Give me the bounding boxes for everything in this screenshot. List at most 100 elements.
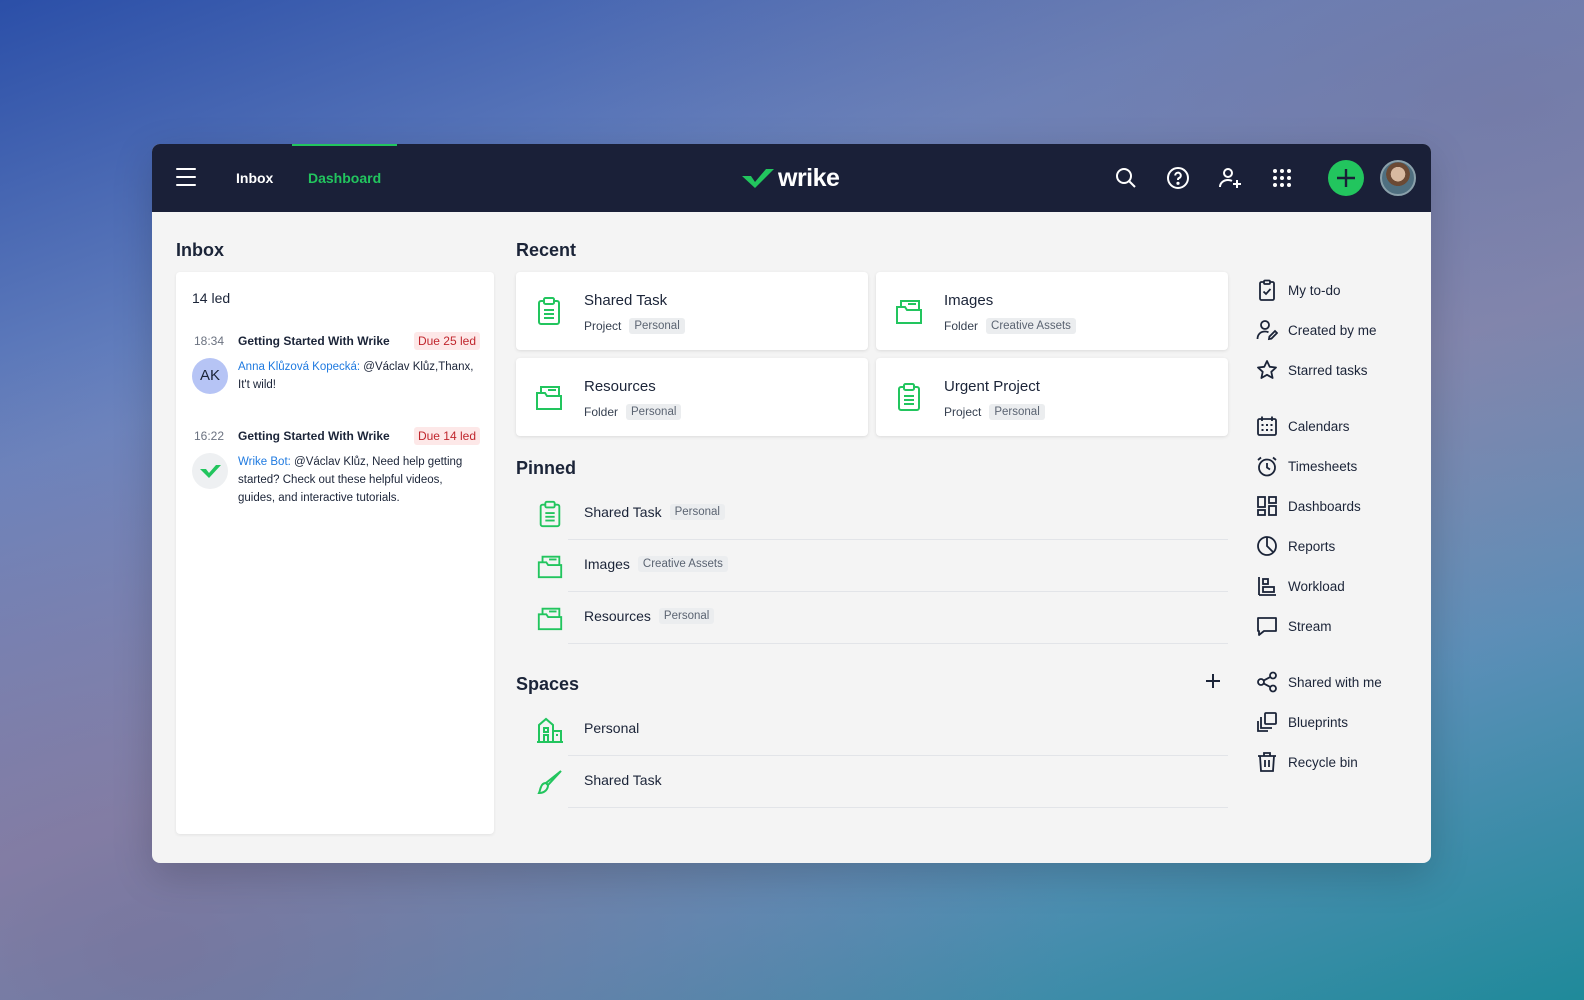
divider [568, 807, 1228, 808]
add-space-plus-icon[interactable] [1204, 672, 1222, 690]
card-name: Shared Task [584, 292, 668, 309]
user-avatar[interactable] [1380, 160, 1416, 196]
message-time: 18:34 [194, 334, 225, 348]
space-tag: Personal [658, 608, 715, 624]
wrike-check-icon [742, 169, 774, 188]
wrike-check-icon [200, 465, 221, 478]
calendar-icon [1257, 416, 1277, 436]
star-icon [1257, 360, 1277, 379]
space-tag: Personal [669, 504, 725, 520]
message-title[interactable]: Getting Started With Wrike [238, 429, 390, 443]
due-badge: Due 25 led [413, 332, 480, 350]
sidebar-item-label: Shared with me [1288, 674, 1382, 690]
sidebar-item-label: Stream [1288, 618, 1332, 634]
checklist-icon [1259, 279, 1275, 301]
clipboard-icon [539, 500, 561, 528]
folder-icon [537, 555, 563, 579]
spaces-title: Spaces [516, 674, 580, 694]
space-tag: Creative Assets [986, 318, 1076, 334]
sidebar-item-created-by-me[interactable]: Created by me [1256, 318, 1377, 342]
sidebar-item-recycle-bin[interactable]: Recycle bin [1256, 750, 1358, 774]
sidebar-item-label: Workload [1288, 578, 1345, 594]
card-type: Project [584, 319, 622, 333]
logo-text: wrike [778, 163, 840, 192]
inbox-panel: 14 led 18:34 Getting Started With Wrike … [176, 272, 494, 834]
sidebar-item-reports[interactable]: Reports [1256, 534, 1335, 558]
message-author[interactable]: Anna Klůzová Kopecká: [238, 361, 360, 373]
sidebar-item-label: Timesheets [1288, 458, 1358, 474]
sidebar-item-starred-tasks[interactable]: Starred tasks [1256, 358, 1368, 382]
tab-inbox[interactable]: Inbox [236, 144, 273, 212]
clipboard-icon [538, 297, 560, 325]
pinned-item[interactable]: Shared Task Personal [516, 488, 1228, 540]
sidebar-item-timesheets[interactable]: Timesheets [1256, 454, 1357, 478]
card-name: Urgent Project [944, 378, 1040, 395]
pie-chart-icon [1257, 536, 1277, 556]
sidebar-item-label: Dashboards [1288, 498, 1361, 514]
sidebar-item-label: My to-do [1288, 282, 1341, 298]
sidebar-item-workload[interactable]: Workload [1256, 574, 1345, 598]
sidebar-item-blueprints[interactable]: Blueprints [1256, 710, 1348, 734]
share-icon [1257, 671, 1277, 693]
sidebar-item-label: Recycle bin [1288, 754, 1358, 770]
tab-dashboard[interactable]: Dashboard [291, 144, 398, 212]
message-body: Wrike Bot: @Václav Klůz, Need help getti… [238, 453, 480, 507]
space-name: Shared Task [584, 772, 662, 788]
sidebar-item-label: Calendars [1288, 418, 1350, 434]
recent-card[interactable]: Resources Folder Personal [516, 358, 868, 436]
space-item[interactable]: Shared Task [516, 756, 1228, 808]
pinned-item-name: Resources [584, 608, 651, 624]
folder-icon [536, 386, 562, 410]
card-type: Folder [944, 319, 979, 333]
message-title[interactable]: Getting Started With Wrike [238, 334, 390, 348]
search-icon[interactable] [1114, 166, 1138, 190]
sidebar-item-shared-with-me[interactable]: Shared with me [1256, 670, 1382, 694]
card-name: Resources [584, 378, 656, 395]
card-type: Project [944, 405, 982, 419]
add-user-icon[interactable] [1218, 166, 1242, 190]
recent-title: Recent [516, 240, 577, 260]
dashboard-icon [1257, 496, 1277, 516]
inbox-message[interactable]: 16:22 Getting Started With Wrike Due 14 … [176, 427, 494, 529]
create-button[interactable] [1328, 160, 1364, 196]
inbox-date: 14 led [192, 290, 231, 306]
wrike-logo[interactable]: wrike [742, 163, 840, 192]
folder-icon [537, 607, 563, 631]
pinned-title: Pinned [516, 458, 577, 478]
user-edit-icon [1256, 320, 1278, 341]
pinned-item[interactable]: Resources Personal [516, 592, 1228, 644]
apps-grid-icon[interactable] [1270, 166, 1294, 190]
sidebar-item-stream[interactable]: Stream [1256, 614, 1332, 638]
sidebar-item-my-todo[interactable]: My to-do [1256, 278, 1341, 302]
help-icon[interactable] [1166, 166, 1190, 190]
card-type: Folder [584, 405, 619, 419]
recent-card[interactable]: Images Folder Creative Assets [876, 272, 1228, 350]
pinned-item[interactable]: Images Creative Assets [516, 540, 1228, 592]
divider [568, 643, 1228, 644]
space-item[interactable]: Personal [516, 704, 1228, 756]
recent-card[interactable]: Urgent Project Project Personal [876, 358, 1228, 436]
card-name: Images [944, 292, 994, 309]
inbox-message[interactable]: 18:34 Getting Started With Wrike Due 25 … [176, 332, 494, 424]
menu-icon[interactable] [176, 168, 196, 186]
due-badge: Due 14 led [413, 427, 480, 445]
folder-icon [896, 300, 922, 324]
workload-icon [1258, 577, 1276, 596]
avatar[interactable]: AK [192, 358, 228, 394]
sidebar-item-label: Created by me [1288, 322, 1377, 338]
clipboard-icon [898, 383, 920, 411]
plus-icon [1337, 169, 1355, 187]
bot-avatar[interactable] [192, 453, 228, 489]
top-bar: Inbox Dashboard wrike [152, 144, 1431, 212]
space-tag: Personal [989, 404, 1045, 420]
message-time: 16:22 [194, 429, 225, 443]
message-body: Anna Klůzová Kopecká: @Václav Klůz,Thanx… [238, 358, 480, 394]
trash-icon [1258, 752, 1276, 772]
sidebar-item-calendars[interactable]: Calendars [1256, 414, 1350, 438]
recent-card[interactable]: Shared Task Project Personal [516, 272, 868, 350]
space-tag: Personal [626, 404, 682, 420]
message-author[interactable]: Wrike Bot: [238, 456, 291, 468]
sidebar-item-dashboards[interactable]: Dashboards [1256, 494, 1361, 518]
space-name: Personal [584, 720, 640, 736]
sidebar-item-label: Reports [1288, 538, 1336, 554]
